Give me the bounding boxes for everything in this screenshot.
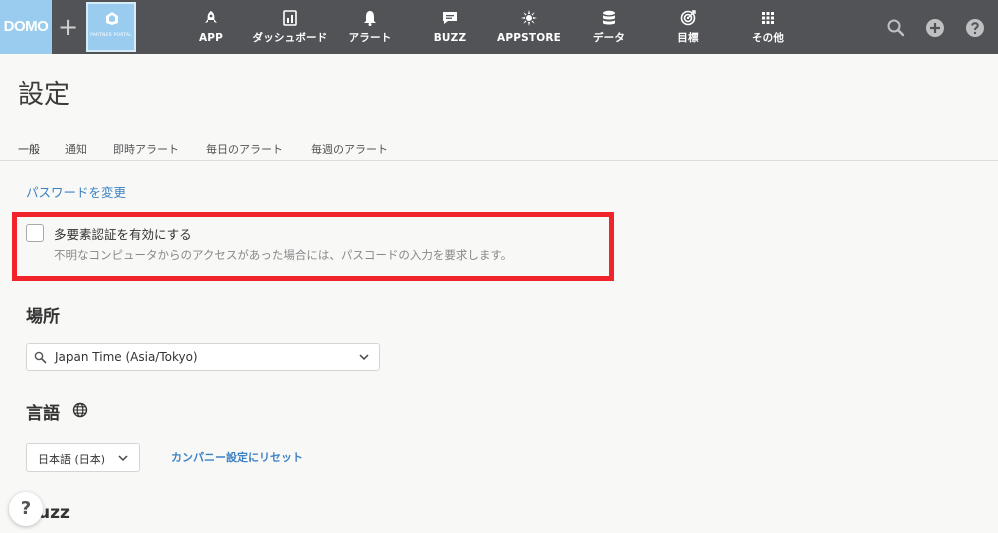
chevron-down-icon xyxy=(359,354,369,361)
plus-button[interactable]: + xyxy=(56,13,80,41)
nav-dashboard[interactable]: ダッシュボード xyxy=(247,0,333,54)
tab-general[interactable]: 一般 xyxy=(18,143,40,161)
settings-tabs: 一般 通知 即時アラート 毎日のアラート 毎週のアラート xyxy=(0,143,998,161)
tab-weekly-alerts[interactable]: 毎週のアラート xyxy=(311,143,388,161)
help-icon[interactable] xyxy=(965,18,985,38)
mfa-label: 多要素認証を有効にする xyxy=(54,227,192,242)
chat-icon xyxy=(443,12,457,24)
mfa-checkbox[interactable] xyxy=(26,224,44,242)
nav-data[interactable]: データ xyxy=(585,0,633,54)
nav-app[interactable]: APP xyxy=(190,0,232,54)
nav-alerts-label: アラート xyxy=(348,32,392,44)
page-title: 設定 xyxy=(18,80,71,110)
top-nav: DOMO + PARTNER PORTAL APP ダッシュボード アラート B… xyxy=(0,0,998,54)
nav-buzz-label: BUZZ xyxy=(433,32,467,44)
target-icon xyxy=(680,10,696,26)
floating-help-button[interactable]: ? xyxy=(9,492,43,526)
change-password-link[interactable]: パスワードを変更 xyxy=(26,182,126,201)
partner-portal-button[interactable]: PARTNER PORTAL xyxy=(86,2,136,52)
chevron-down-icon xyxy=(118,455,128,462)
language-title: 言語 xyxy=(26,404,60,424)
search-icon[interactable] xyxy=(886,18,906,38)
domo-logo[interactable]: DOMO xyxy=(0,0,52,54)
nav-dashboard-label: ダッシュボード xyxy=(252,32,328,44)
search-icon xyxy=(34,351,47,364)
nav-appstore-label: APPSTORE xyxy=(497,32,562,44)
nav-data-label: データ xyxy=(592,32,626,44)
rocket-icon xyxy=(205,11,217,23)
nav-alerts[interactable]: アラート xyxy=(343,0,397,54)
globe-icon xyxy=(72,402,88,418)
database-icon xyxy=(603,10,615,25)
timezone-select[interactable]: Japan Time (Asia/Tokyo) xyxy=(26,343,380,371)
nav-goals[interactable]: 目標 xyxy=(669,0,707,54)
nav-buzz[interactable]: BUZZ xyxy=(428,0,472,54)
dashboard-icon xyxy=(283,10,297,26)
nav-more[interactable]: その他 xyxy=(746,0,790,54)
partner-portal-icon xyxy=(106,12,118,25)
nav-goals-label: 目標 xyxy=(677,32,699,44)
nav-app-label: APP xyxy=(198,32,224,44)
location-title: 場所 xyxy=(26,307,60,327)
nav-appstore[interactable]: APPSTORE xyxy=(497,0,561,54)
language-select[interactable]: 日本語 (日本) xyxy=(26,443,140,472)
mfa-description: 不明なコンピュータからのアクセスがあった場合には、パスコードの入力を要求します。 xyxy=(54,248,513,262)
partner-portal-label: PARTNER PORTAL xyxy=(90,33,132,38)
language-value: 日本語 (日本) xyxy=(38,453,106,466)
appstore-icon xyxy=(521,10,537,26)
tab-daily-alerts[interactable]: 毎日のアラート xyxy=(206,143,283,161)
bell-icon xyxy=(364,11,376,26)
add-icon[interactable] xyxy=(925,18,945,38)
reset-to-company-link[interactable]: カンパニー設定にリセット xyxy=(171,449,303,465)
nav-more-label: その他 xyxy=(751,32,785,44)
grid-icon xyxy=(762,12,774,24)
tab-instant-alerts[interactable]: 即時アラート xyxy=(113,143,179,161)
tab-notifications[interactable]: 通知 xyxy=(65,143,87,161)
timezone-value: Japan Time (Asia/Tokyo) xyxy=(55,350,198,364)
